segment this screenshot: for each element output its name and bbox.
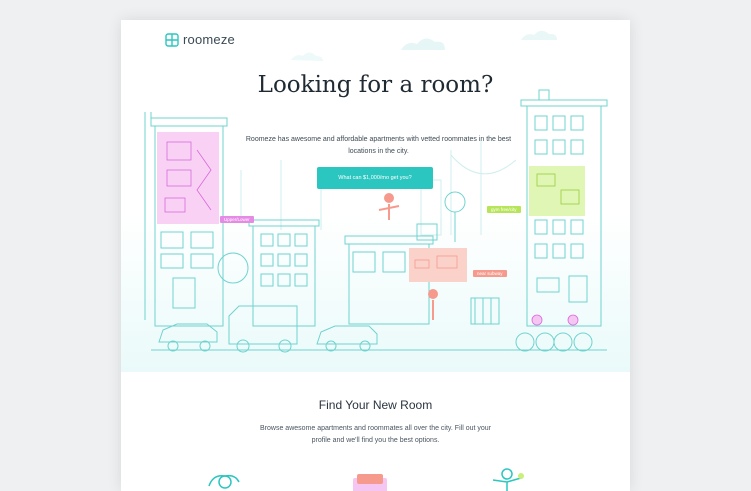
hero-title: Looking for a room? <box>257 72 494 98</box>
logo-icon <box>165 32 179 47</box>
hero-section: Upper/Lower gym free/city near subway ro… <box>121 20 630 372</box>
neighborhood-tag-center: near subway <box>473 270 507 277</box>
section-description: Browse awesome apartments and roommates … <box>260 425 491 444</box>
logo[interactable]: roomeze <box>165 32 235 47</box>
neighborhood-tag-right: gym free/city <box>487 206 521 213</box>
page-container: Upper/Lower gym free/city near subway ro… <box>121 20 630 491</box>
section-title: Find Your New Room <box>318 398 433 412</box>
browse-apartments-icon <box>208 474 240 489</box>
profile-card-icon <box>353 474 387 491</box>
matching-person-icon <box>492 468 524 491</box>
price-cta-button[interactable]: What can $1,000/mo get you? <box>317 167 433 189</box>
brand-name: roomeze <box>183 32 235 47</box>
neighborhood-tag-left: Upper/Lower <box>220 216 254 223</box>
hero-description: Roomeze has awesome and affordable apart… <box>245 136 512 155</box>
